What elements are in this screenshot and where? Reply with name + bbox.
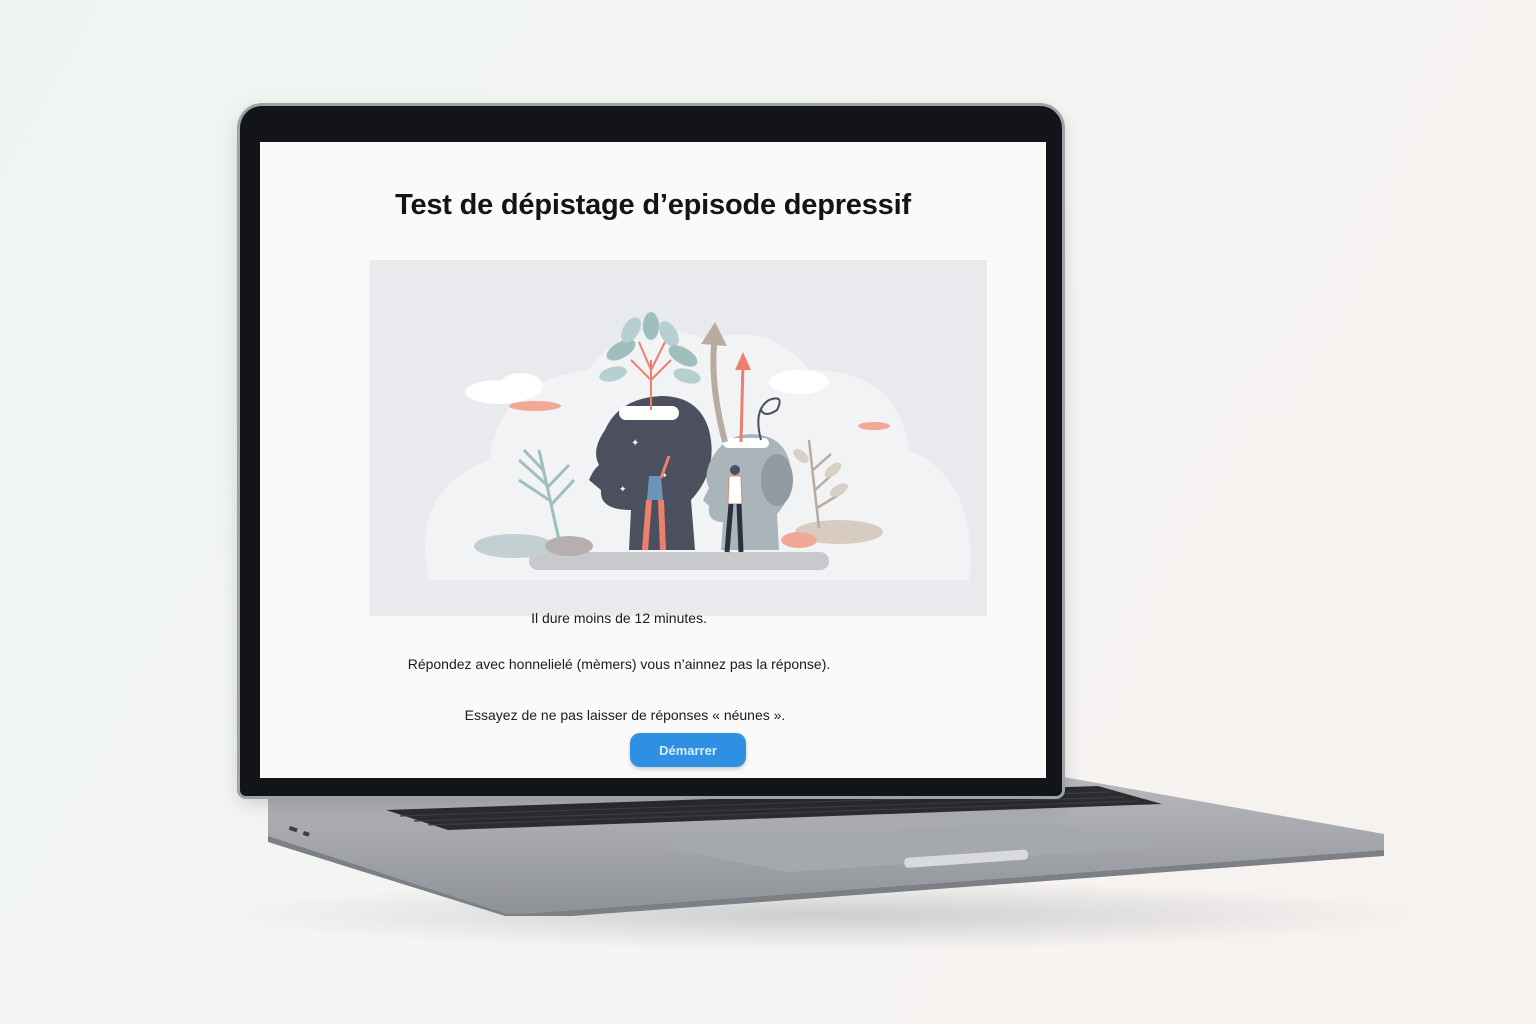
- honesty-instruction: Répondez avec honnelielé (mèmers) vous n…: [407, 656, 831, 672]
- hero-illustration: ✦ ✦ ✦: [369, 260, 987, 616]
- duration-text: Il dure moins de 12 minutes.: [531, 610, 707, 626]
- start-button[interactable]: Démarrer: [630, 733, 746, 767]
- empty-answers-instruction: Essayez de ne pas laisser de réponses « …: [464, 707, 786, 723]
- svg-text:✦: ✦: [631, 438, 639, 449]
- svg-text:✦: ✦: [619, 484, 627, 494]
- laptop-base: [268, 776, 1384, 916]
- screen: Test de dépistage d’episode depressif ✦ …: [260, 142, 1046, 778]
- page-title: Test de dépistage d’episode depressif: [395, 189, 911, 221]
